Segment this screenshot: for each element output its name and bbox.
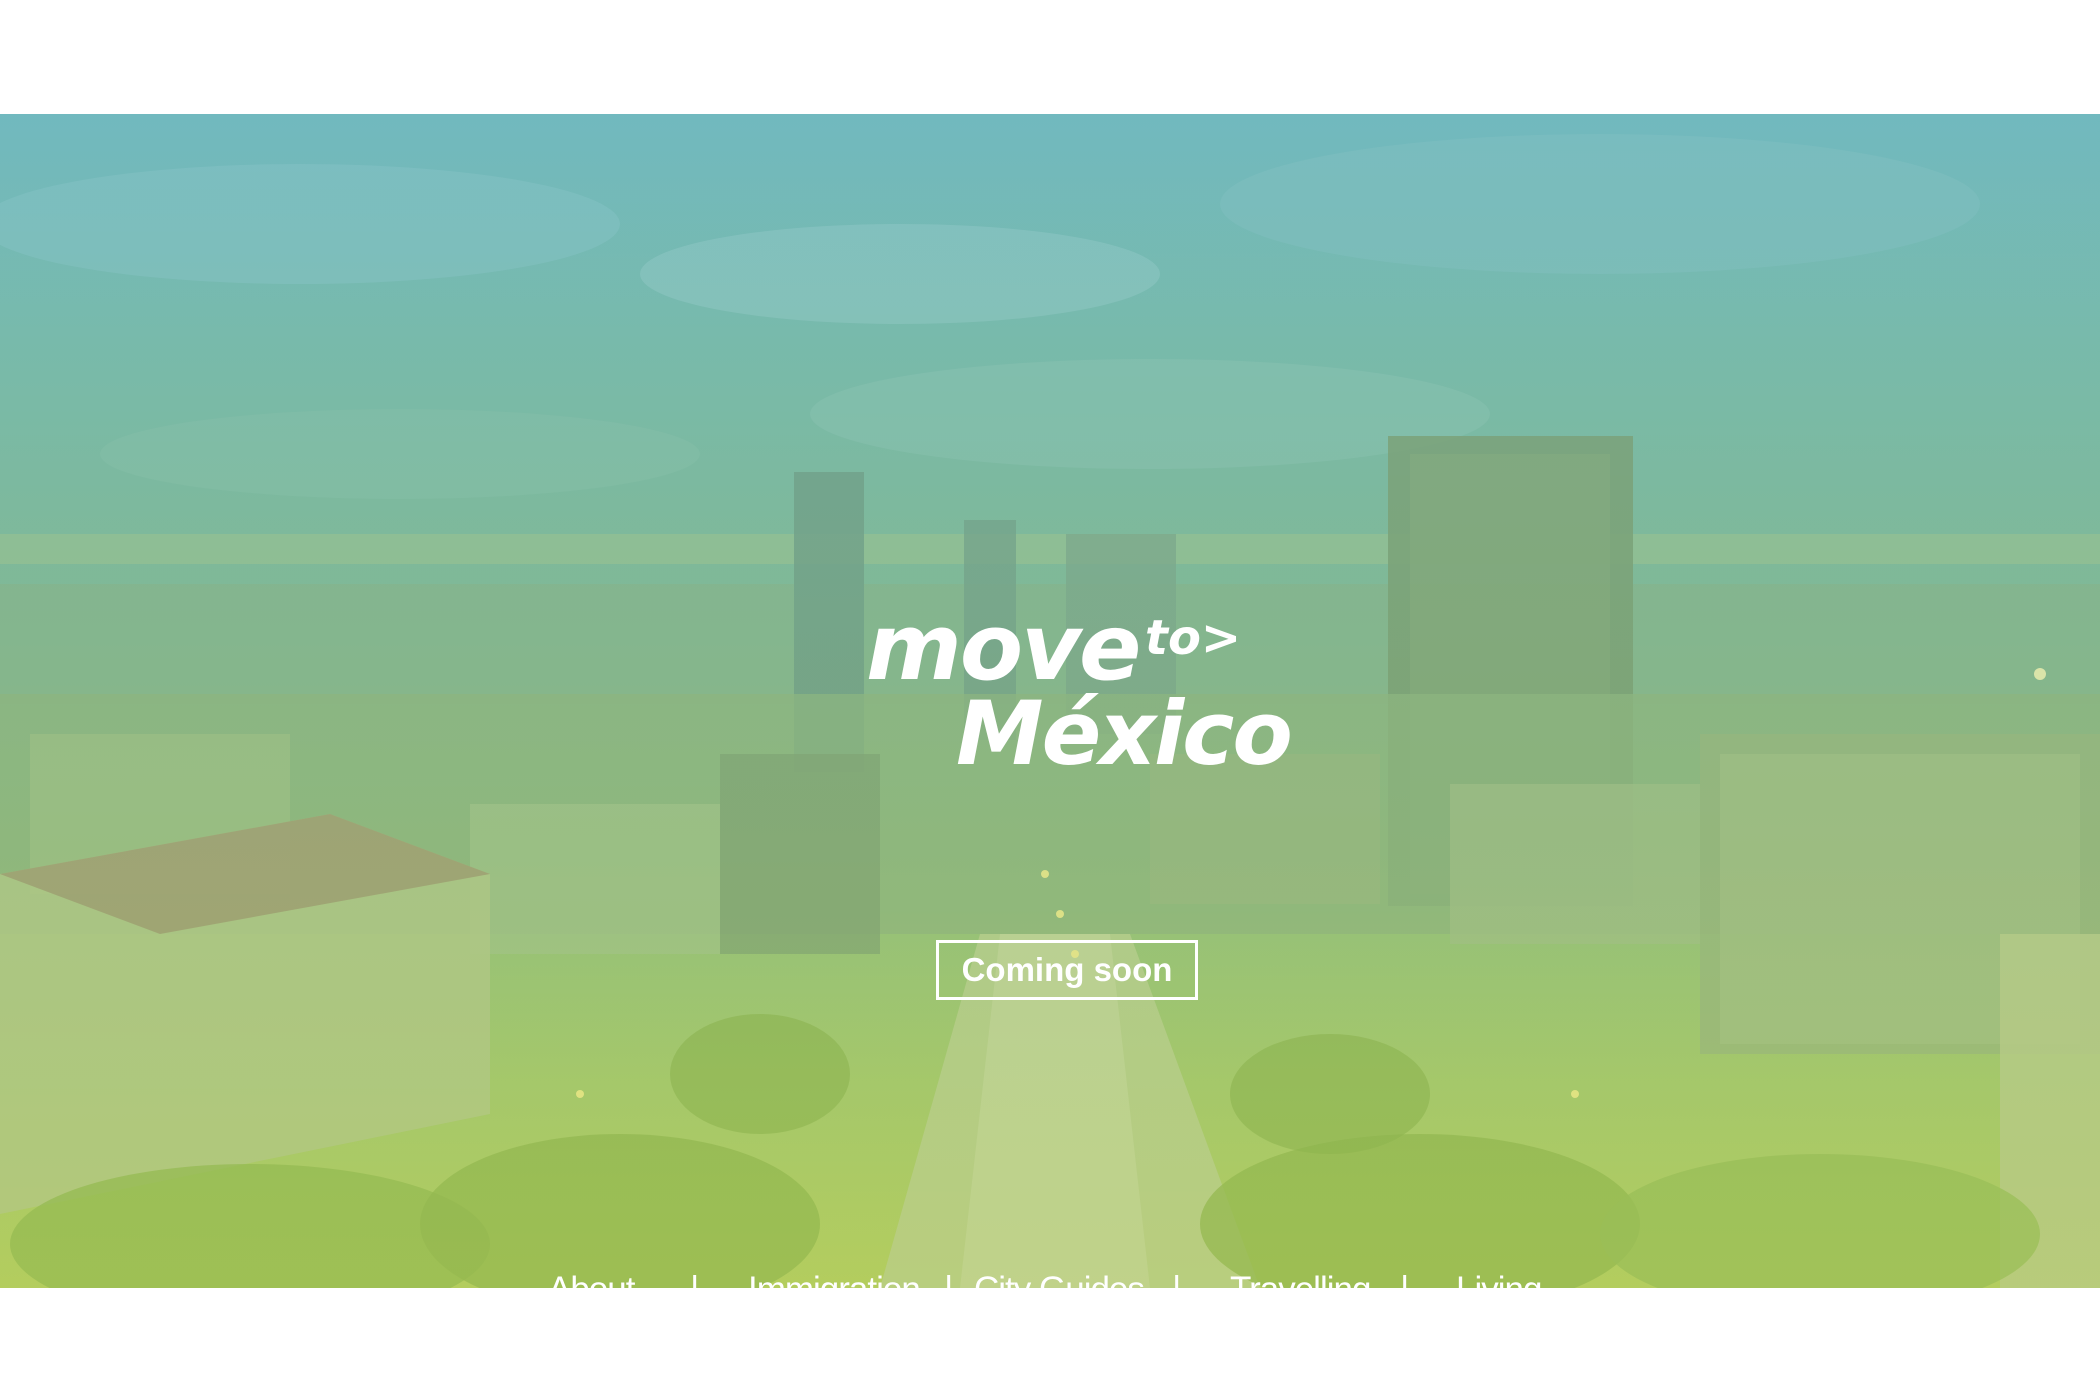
hero-banner: move to> México Coming soon About | Immi… [0, 114, 2100, 1288]
nav-separator: | [1400, 1268, 1409, 1288]
logo-word-mexico: México [956, 682, 1293, 785]
nav-separator: | [944, 1268, 953, 1288]
footer-nav: About | Immigration | City Guides | Trav… [0, 1264, 2100, 1288]
nav-link-travelling[interactable]: Travelling [1230, 1270, 1371, 1288]
nav-separator: | [690, 1268, 699, 1288]
nav-link-city-guides[interactable]: City Guides [974, 1270, 1145, 1288]
nav-link-about[interactable]: About [548, 1270, 635, 1288]
brand-logo[interactable]: move to> México [860, 594, 1293, 872]
coming-soon-button[interactable]: Coming soon [936, 940, 1198, 1000]
logo-word-move: move [866, 594, 1141, 701]
nav-link-living[interactable]: Living [1456, 1270, 1542, 1288]
nav-separator: | [1172, 1268, 1181, 1288]
page: move to> México Coming soon About | Immi… [0, 0, 2100, 1400]
nav-link-immigration[interactable]: Immigration [748, 1270, 921, 1288]
logo-word-to: to> [1145, 610, 1242, 666]
